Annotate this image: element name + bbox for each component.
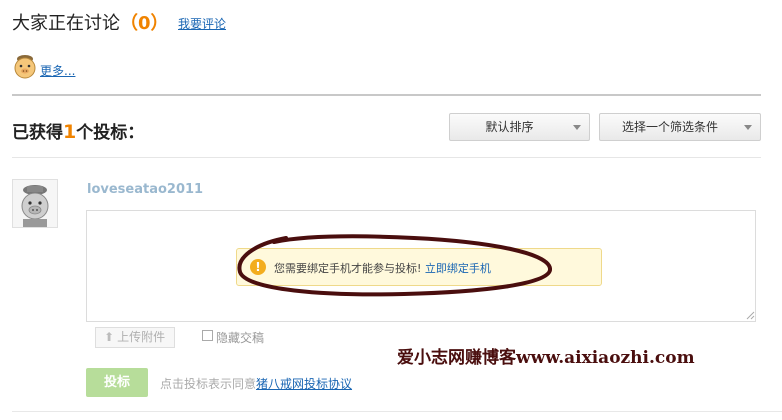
bids-count: 1 xyxy=(63,121,77,143)
sort-dropdown-label: 默认排序 xyxy=(485,120,534,134)
paren-open: （ xyxy=(120,13,138,34)
upload-attachment-label: 上传附件 xyxy=(117,330,166,344)
section-divider xyxy=(12,157,761,158)
discussion-title-text: 大家正在讨论 xyxy=(12,13,120,34)
submit-bid-button[interactable]: 投标 xyxy=(86,368,148,397)
paren-close: ） xyxy=(150,13,169,34)
upload-arrow-icon: ⬆ xyxy=(104,330,115,344)
chevron-down-icon xyxy=(573,125,581,130)
user-avatar xyxy=(12,179,58,228)
bids-heading: 已获得1个投标： xyxy=(12,118,144,143)
resize-handle-icon[interactable] xyxy=(745,310,755,320)
bidder-username[interactable]: loveseatao2011 xyxy=(87,182,203,197)
hand-drawn-circle-annotation xyxy=(237,234,552,297)
blog-watermark: 爱小志网赚博客www.aixiaozhi.com xyxy=(397,348,695,368)
write-comment-link[interactable]: 我要评论 xyxy=(178,15,226,32)
agreement-text: 点击投标表示同意猪八戒网投标协议 xyxy=(160,375,352,392)
section-divider xyxy=(12,94,761,96)
agreement-prefix: 点击投标表示同意 xyxy=(160,377,257,391)
filter-dropdown[interactable]: 选择一个筛选条件 xyxy=(599,113,761,141)
more-link[interactable]: 更多... xyxy=(40,62,75,79)
upload-attachment-button[interactable]: ⬆ 上传附件 xyxy=(95,327,175,348)
hide-submission-label: 隐藏交稿 xyxy=(216,331,265,345)
chevron-down-icon xyxy=(744,125,752,130)
pig-avatar-icon xyxy=(14,55,36,79)
discussion-count: 0 xyxy=(138,13,151,34)
filter-dropdown-label: 选择一个筛选条件 xyxy=(621,120,718,134)
bids-heading-pre: 已获得 xyxy=(12,123,63,143)
discussion-title: 大家正在讨论（0） xyxy=(12,9,169,35)
sort-dropdown[interactable]: 默认排序 xyxy=(449,113,590,141)
agreement-link[interactable]: 猪八戒网投标协议 xyxy=(256,377,352,391)
hide-submission-checkbox[interactable] xyxy=(202,330,213,341)
section-divider xyxy=(12,411,782,412)
bids-heading-post: 个投标： xyxy=(76,123,145,143)
